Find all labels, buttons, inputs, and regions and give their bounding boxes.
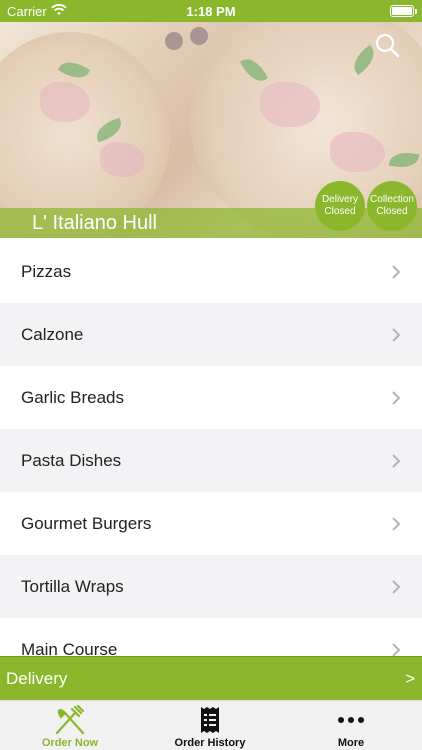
menu-category-main-course[interactable]: Main Course [0,618,422,656]
fork-knife-icon [55,705,85,735]
chevron-right-icon [392,328,401,342]
menu-category-label: Tortilla Wraps [21,577,124,596]
menu-category-garlic-breads[interactable]: Garlic Breads [0,366,422,429]
chevron-right-icon [392,643,401,656]
menu-category-label: Pasta Dishes [21,451,122,470]
menu-category-label: Calzone [21,325,84,344]
receipt-icon [201,707,219,733]
collection-status-badge: Collection Closed [367,181,417,231]
tab-order-now[interactable]: Order Now [0,701,140,750]
tab-label: More [337,737,365,749]
battery-icon [390,5,414,17]
menu-category-label: Garlic Breads [21,388,124,407]
tab-label: Order Now [41,737,99,749]
menu-category-tortilla-wraps[interactable]: Tortilla Wraps [0,555,422,618]
tab-more[interactable]: More [281,701,421,750]
status-bar: Carrier 1:18 PM [0,0,422,22]
collection-status-label: Collection [370,194,414,205]
menu-category-label: Main Course [21,640,118,656]
delivery-status-badge: Delivery Closed [315,181,365,231]
delivery-status-label: Delivery [321,194,359,205]
menu-category-pasta-dishes[interactable]: Pasta Dishes [0,429,422,492]
menu-category-pizzas[interactable]: Pizzas [0,240,422,303]
menu-category-gourmet-burgers[interactable]: Gourmet Burgers [0,492,422,555]
restaurant-name: L' Italiano Hull [32,212,157,234]
menu-category-label: Pizzas [21,262,72,281]
chevron-right-icon [392,265,401,279]
delivery-mode-arrow: > [405,669,415,688]
menu-category-calzone[interactable]: Calzone [0,303,422,366]
tab-label: Order History [174,737,246,749]
delivery-status-value: Closed [324,206,356,217]
restaurant-hero: L' Italiano Hull Delivery Closed Collect… [0,22,422,238]
menu-category-label: Gourmet Burgers [21,514,152,533]
collection-status-value: Closed [376,206,408,217]
tab-order-history[interactable]: Order History [140,701,280,750]
menu-category-list[interactable]: Pizzas Calzone Garlic Breads Pasta Dishe… [0,240,422,656]
delivery-mode-label: Delivery [6,669,68,688]
chevron-right-icon [392,580,401,594]
tab-bar: Order Now Order History More [0,700,422,750]
chevron-right-icon [392,517,401,531]
chevron-right-icon [392,454,401,468]
delivery-mode-bar[interactable]: Delivery > [0,656,422,700]
clock: 1:18 PM [186,4,236,19]
search-icon[interactable] [374,32,400,58]
more-icon [338,717,364,723]
chevron-right-icon [392,391,401,405]
